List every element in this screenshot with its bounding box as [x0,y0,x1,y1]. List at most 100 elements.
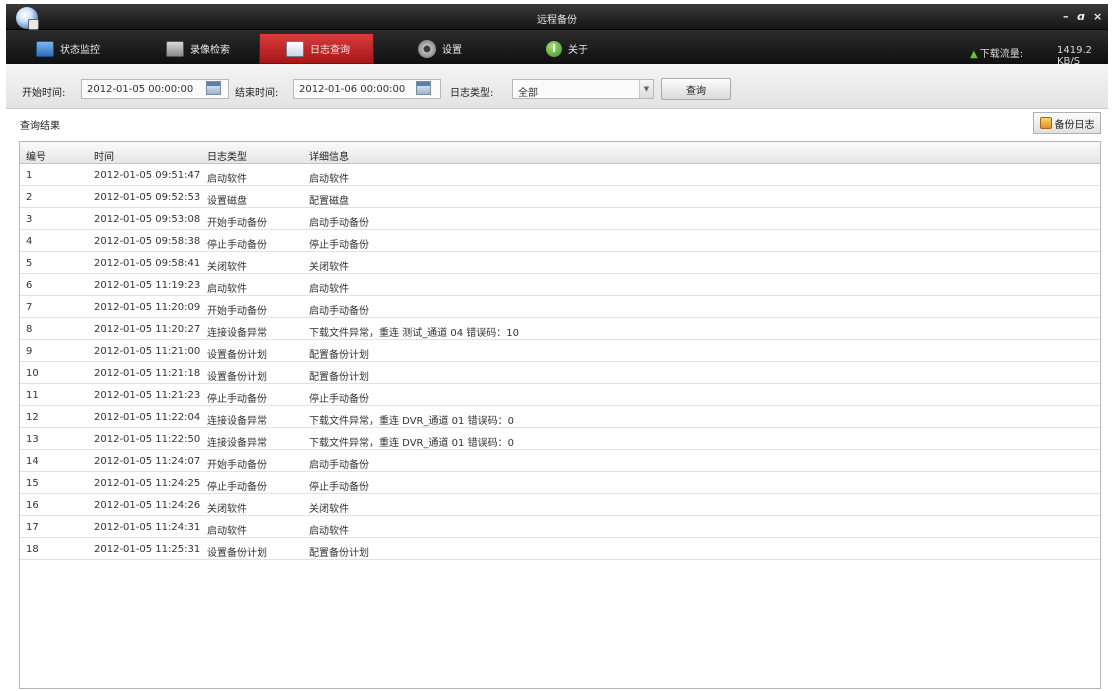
table-row[interactable]: 11 2012-01-05 11:21:23 停止手动备份 停止手动备份 [20,384,1100,406]
table-row[interactable]: 10 2012-01-05 11:21:18 设置备份计划 配置备份计划 [20,362,1100,384]
cell-detail: 停止手动备份 [309,240,369,251]
cell-type: 开始手动备份 [207,460,267,471]
calendar-icon[interactable] [416,81,431,95]
cell-time: 2012-01-05 11:22:04 [94,412,201,423]
cell-detail: 启动手动备份 [309,306,369,317]
minimize-button[interactable]: – [1063,10,1069,23]
tab-status-monitor[interactable]: 状态监控 [36,33,128,64]
column-header-type[interactable]: 日志类型 [207,148,247,163]
backup-log-button[interactable]: 备份日志 [1033,112,1101,134]
cell-detail: 配置磁盘 [309,196,349,207]
cell-time: 2012-01-05 09:53:08 [94,214,201,225]
cell-time: 2012-01-05 11:22:50 [94,434,201,445]
start-time-label: 开始时间: [22,88,66,99]
table-row[interactable]: 16 2012-01-05 11:24:26 关闭软件 关闭软件 [20,494,1100,516]
table-row[interactable]: 18 2012-01-05 11:25:31 设置备份计划 配置备份计划 [20,538,1100,560]
table-row[interactable]: 14 2012-01-05 11:24:07 开始手动备份 启动手动备份 [20,450,1100,472]
cell-id: 10 [26,368,39,379]
cell-time: 2012-01-05 11:20:27 [94,324,201,335]
chevron-down-icon[interactable]: ▼ [639,80,653,98]
table-row[interactable]: 12 2012-01-05 11:22:04 连接设备异常 下载文件异常，重连 DVR… [20,406,1100,428]
table-row[interactable]: 17 2012-01-05 11:24:31 启动软件 启动软件 [20,516,1100,538]
tab-about[interactable]: i 关于 [546,33,626,64]
table-row[interactable]: 7 2012-01-05 11:20:09 开始手动备份 启动手动备份 [20,296,1100,318]
cell-id: 6 [26,280,33,291]
cell-detail: 配置备份计划 [309,548,369,559]
cell-type: 启动软件 [207,526,247,537]
cell-time: 2012-01-05 11:21:00 [94,346,201,357]
log-type-select[interactable]: 全部 ▼ [512,79,654,99]
log-type-value: 全部 [518,88,538,99]
table-row[interactable]: 15 2012-01-05 11:24:25 停止手动备份 停止手动备份 [20,472,1100,494]
tab-log-query[interactable]: 日志查询 [259,33,374,64]
cell-type: 启动软件 [207,284,247,295]
title-bar: 远程备份 – ɑ × [6,4,1108,30]
table-row[interactable]: 5 2012-01-05 09:58:41 关闭软件 关闭软件 [20,252,1100,274]
cell-time: 2012-01-05 09:58:41 [94,258,201,269]
cell-id: 15 [26,478,39,489]
close-button[interactable]: × [1093,10,1102,23]
cell-detail: 下载文件异常，重连 测试_通道 04 错误码：10 [309,328,519,339]
log-icon [286,40,304,57]
cell-detail: 启动手动备份 [309,218,369,229]
query-button[interactable]: 查询 [661,78,731,100]
cell-type: 设置磁盘 [207,196,247,207]
cell-type: 连接设备异常 [207,328,267,339]
cell-type: 关闭软件 [207,262,247,273]
cell-time: 2012-01-05 11:19:23 [94,280,201,291]
table-row[interactable]: 13 2012-01-05 11:22:50 连接设备异常 下载文件异常，重连 DVR… [20,428,1100,450]
cell-type: 停止手动备份 [207,240,267,251]
cell-time: 2012-01-05 11:21:18 [94,368,201,379]
cell-time: 2012-01-05 11:24:07 [94,456,201,467]
cell-id: 9 [26,346,33,357]
cell-id: 5 [26,258,33,269]
cell-detail: 停止手动备份 [309,482,369,493]
log-type-label: 日志类型: [450,88,494,99]
cell-id: 12 [26,412,39,423]
tab-label: 状态监控 [60,45,100,56]
cell-type: 连接设备异常 [207,438,267,449]
backup-log-label: 备份日志 [1054,119,1095,131]
cell-id: 11 [26,390,39,401]
tab-settings[interactable]: 设置 [418,33,498,64]
table-row[interactable]: 1 2012-01-05 09:51:47 启动软件 启动软件 [20,164,1100,186]
download-rate-label: ▲ 下载流量: [970,49,1024,60]
main-nav: 状态监控 录像检索 日志查询 设置 i 关于 ▲ 下载流量: 1419.2 KB/… [6,30,1108,67]
cell-id: 17 [26,522,39,533]
table-row[interactable]: 8 2012-01-05 11:20:27 连接设备异常 下载文件异常，重连 测试_通… [20,318,1100,340]
tab-label: 录像检索 [190,45,230,56]
cell-id: 1 [26,170,33,181]
monitor-icon [36,40,54,57]
cell-time: 2012-01-05 11:25:31 [94,544,201,555]
cell-detail: 配置备份计划 [309,372,369,383]
table-row[interactable]: 2 2012-01-05 09:52:53 设置磁盘 配置磁盘 [20,186,1100,208]
column-header-time[interactable]: 时间 [94,148,114,163]
cell-id: 14 [26,456,39,467]
table-row[interactable]: 6 2012-01-05 11:19:23 启动软件 启动软件 [20,274,1100,296]
cell-detail: 下载文件异常，重连 DVR_通道 01 错误码：0 [309,416,514,427]
cell-type: 停止手动备份 [207,394,267,405]
column-header-detail[interactable]: 详细信息 [309,148,349,163]
cell-time: 2012-01-05 09:52:53 [94,192,201,203]
cell-time: 2012-01-05 11:20:09 [94,302,201,313]
cell-type: 停止手动备份 [207,482,267,493]
download-arrow-icon: ▲ [970,49,978,60]
tab-video-search[interactable]: 录像检索 [166,33,258,64]
cell-detail: 启动软件 [309,174,349,185]
cell-time: 2012-01-05 11:24:31 [94,522,201,533]
cell-type: 设置备份计划 [207,548,267,559]
maximize-button[interactable]: ɑ [1077,10,1085,23]
backup-icon [1039,117,1052,129]
table-row[interactable]: 4 2012-01-05 09:58:38 停止手动备份 停止手动备份 [20,230,1100,252]
column-header-id[interactable]: 编号 [26,148,46,163]
cell-detail: 停止手动备份 [309,394,369,405]
cell-time: 2012-01-05 11:21:23 [94,390,201,401]
cell-time: 2012-01-05 11:24:25 [94,478,201,489]
log-table: 编号 时间 日志类型 详细信息 1 2012-01-05 09:51:47 启动软件… [19,141,1101,689]
table-row[interactable]: 9 2012-01-05 11:21:00 设置备份计划 配置备份计划 [20,340,1100,362]
calendar-icon[interactable] [206,81,221,95]
cell-time: 2012-01-05 11:24:26 [94,500,201,511]
table-row[interactable]: 3 2012-01-05 09:53:08 开始手动备份 启动手动备份 [20,208,1100,230]
cell-detail: 关闭软件 [309,262,349,273]
cell-type: 设置备份计划 [207,372,267,383]
